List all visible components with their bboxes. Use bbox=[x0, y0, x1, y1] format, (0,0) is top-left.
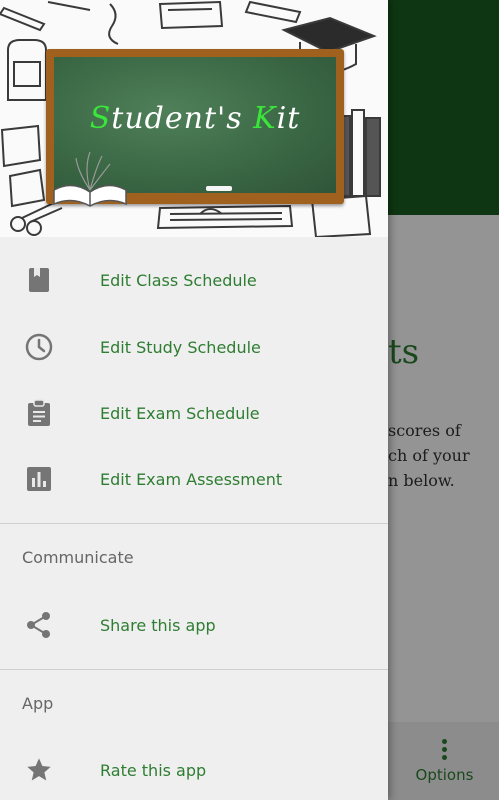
app-logo-title: Student's Kit bbox=[54, 101, 336, 136]
section-divider bbox=[0, 669, 388, 670]
menu-item-label: Share this app bbox=[100, 615, 216, 635]
menu-item-rate-app[interactable]: Rate this app bbox=[0, 737, 388, 800]
book-icon bbox=[25, 266, 53, 294]
menu-item-share-app[interactable]: Share this app bbox=[0, 592, 388, 658]
chalk-piece bbox=[206, 186, 232, 191]
menu-item-edit-study-schedule[interactable]: Edit Study Schedule bbox=[0, 314, 388, 380]
navigation-drawer: Student's Kit Edit Class Schedule Edit S… bbox=[0, 0, 388, 800]
menu-item-edit-exam-assessment[interactable]: Edit Exam Assessment bbox=[0, 446, 388, 512]
star-icon bbox=[25, 756, 53, 784]
section-divider bbox=[0, 523, 388, 524]
section-title-app: App bbox=[22, 694, 54, 713]
menu-item-label: Rate this app bbox=[100, 760, 207, 780]
section-title-communicate: Communicate bbox=[22, 548, 134, 567]
title-part-end: it bbox=[276, 101, 301, 136]
title-letter-k: K bbox=[253, 101, 277, 136]
menu-item-label: Edit Class Schedule bbox=[100, 270, 257, 290]
share-icon bbox=[25, 611, 53, 639]
menu-item-label: Edit Study Schedule bbox=[100, 337, 261, 357]
bar-chart-icon bbox=[25, 465, 53, 493]
menu-item-edit-exam-schedule[interactable]: Edit Exam Schedule bbox=[0, 380, 388, 446]
menu-item-label: Edit Exam Assessment bbox=[100, 469, 283, 489]
clock-icon bbox=[25, 333, 53, 361]
menu-item-label: Edit Exam Schedule bbox=[100, 403, 260, 423]
menu-item-edit-class-schedule[interactable]: Edit Class Schedule bbox=[0, 247, 388, 313]
title-part: tudent's bbox=[111, 101, 254, 136]
open-book-icon bbox=[53, 151, 127, 207]
title-letter-s: S bbox=[89, 101, 112, 136]
clipboard-icon bbox=[25, 399, 53, 427]
drawer-header: Student's Kit bbox=[0, 0, 388, 237]
